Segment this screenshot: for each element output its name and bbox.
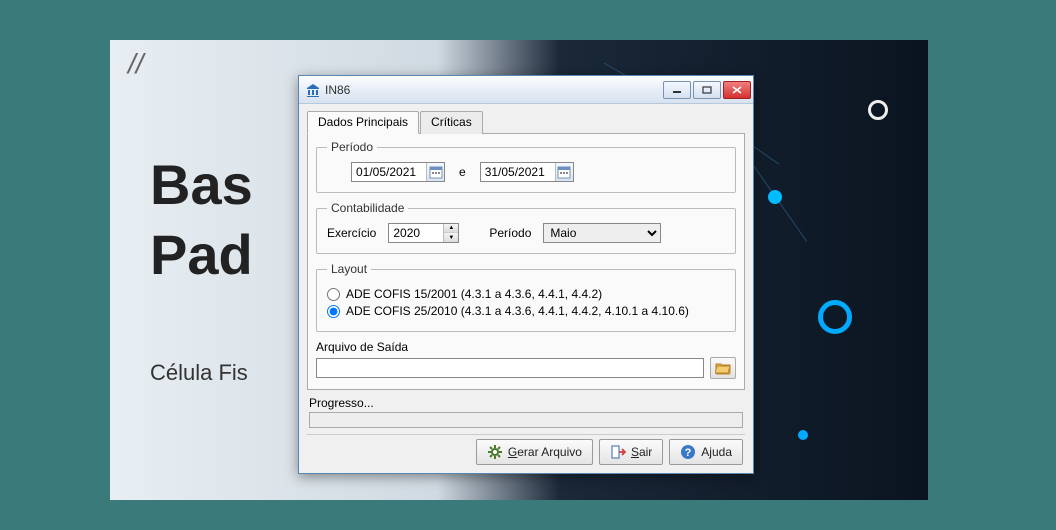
progress-bar	[309, 412, 743, 428]
date-separator: e	[459, 165, 466, 179]
gerar-arquivo-button[interactable]: Gerar Arquivo	[476, 439, 593, 465]
date-start-container	[351, 162, 445, 182]
exercicio-spinner: ▲ ▼	[388, 223, 459, 243]
tab-body: Período e	[307, 134, 745, 390]
radio-layout-1-label: ADE COFIS 15/2001 (4.3.1 a 4.3.6, 4.4.1,…	[346, 287, 602, 301]
radio-layout-1[interactable]	[327, 288, 340, 301]
exit-icon	[610, 444, 626, 460]
app-icon	[305, 82, 321, 98]
in86-window: IN86 Dados Principais Críticas Período	[298, 75, 754, 474]
date-end-container	[480, 162, 574, 182]
exercicio-input[interactable]	[389, 226, 443, 240]
date-start-picker-button[interactable]	[426, 163, 444, 181]
window-title: IN86	[325, 83, 663, 97]
label-arquivo-saida: Arquivo de Saída	[316, 340, 736, 354]
maximize-button[interactable]	[693, 81, 721, 99]
client-area: Dados Principais Críticas Período e	[299, 104, 753, 473]
gear-icon	[487, 444, 503, 460]
button-row: Gerar Arquivo Sair ? Ajuda	[307, 434, 745, 465]
fieldset-periodo: Período e	[316, 140, 736, 193]
legend-contabilidade: Contabilidade	[327, 201, 408, 215]
ajuda-label: Ajuda	[701, 445, 732, 459]
titlebar[interactable]: IN86	[299, 76, 753, 104]
radio-layout-2[interactable]	[327, 305, 340, 318]
exercicio-spin-down[interactable]: ▼	[444, 233, 458, 242]
minimize-button[interactable]	[663, 81, 691, 99]
periodo-select[interactable]: Maio	[543, 223, 661, 243]
tab-strip: Dados Principais Críticas	[307, 110, 745, 134]
label-periodo-contab: Período	[489, 226, 531, 240]
legend-periodo: Período	[327, 140, 377, 154]
date-start-input[interactable]	[352, 165, 426, 179]
tab-dados-principais[interactable]: Dados Principais	[307, 111, 419, 134]
exercicio-spin-up[interactable]: ▲	[444, 224, 458, 233]
arquivo-saida-input[interactable]	[316, 358, 704, 378]
ajuda-button[interactable]: ? Ajuda	[669, 439, 743, 465]
date-end-input[interactable]	[481, 165, 555, 179]
sair-label: Sair	[631, 445, 652, 459]
bg-heading-line1: Bas	[150, 150, 253, 220]
legend-layout: Layout	[327, 262, 371, 276]
help-icon: ?	[680, 444, 696, 460]
fieldset-layout: Layout ADE COFIS 15/2001 (4.3.1 a 4.3.6,…	[316, 262, 736, 332]
sair-button[interactable]: Sair	[599, 439, 663, 465]
tab-criticas[interactable]: Críticas	[420, 111, 483, 134]
gerar-arquivo-label: Gerar Arquivo	[508, 445, 582, 459]
close-button[interactable]	[723, 81, 751, 99]
radio-layout-2-label: ADE COFIS 25/2010 (4.3.1 a 4.3.6, 4.4.1,…	[346, 304, 689, 318]
browse-button[interactable]	[710, 357, 736, 379]
label-progresso: Progresso...	[309, 396, 743, 410]
svg-text:?: ?	[685, 447, 692, 459]
fieldset-contabilidade: Contabilidade Exercício ▲ ▼ Período Maio	[316, 201, 736, 254]
bg-slash-text: //	[128, 48, 144, 80]
label-exercicio: Exercício	[327, 226, 376, 240]
bg-heading-line2: Pad	[150, 220, 253, 290]
bg-subtext: Célula Fis	[150, 360, 248, 386]
date-end-picker-button[interactable]	[555, 163, 573, 181]
bg-heading: Bas Pad	[150, 150, 253, 290]
